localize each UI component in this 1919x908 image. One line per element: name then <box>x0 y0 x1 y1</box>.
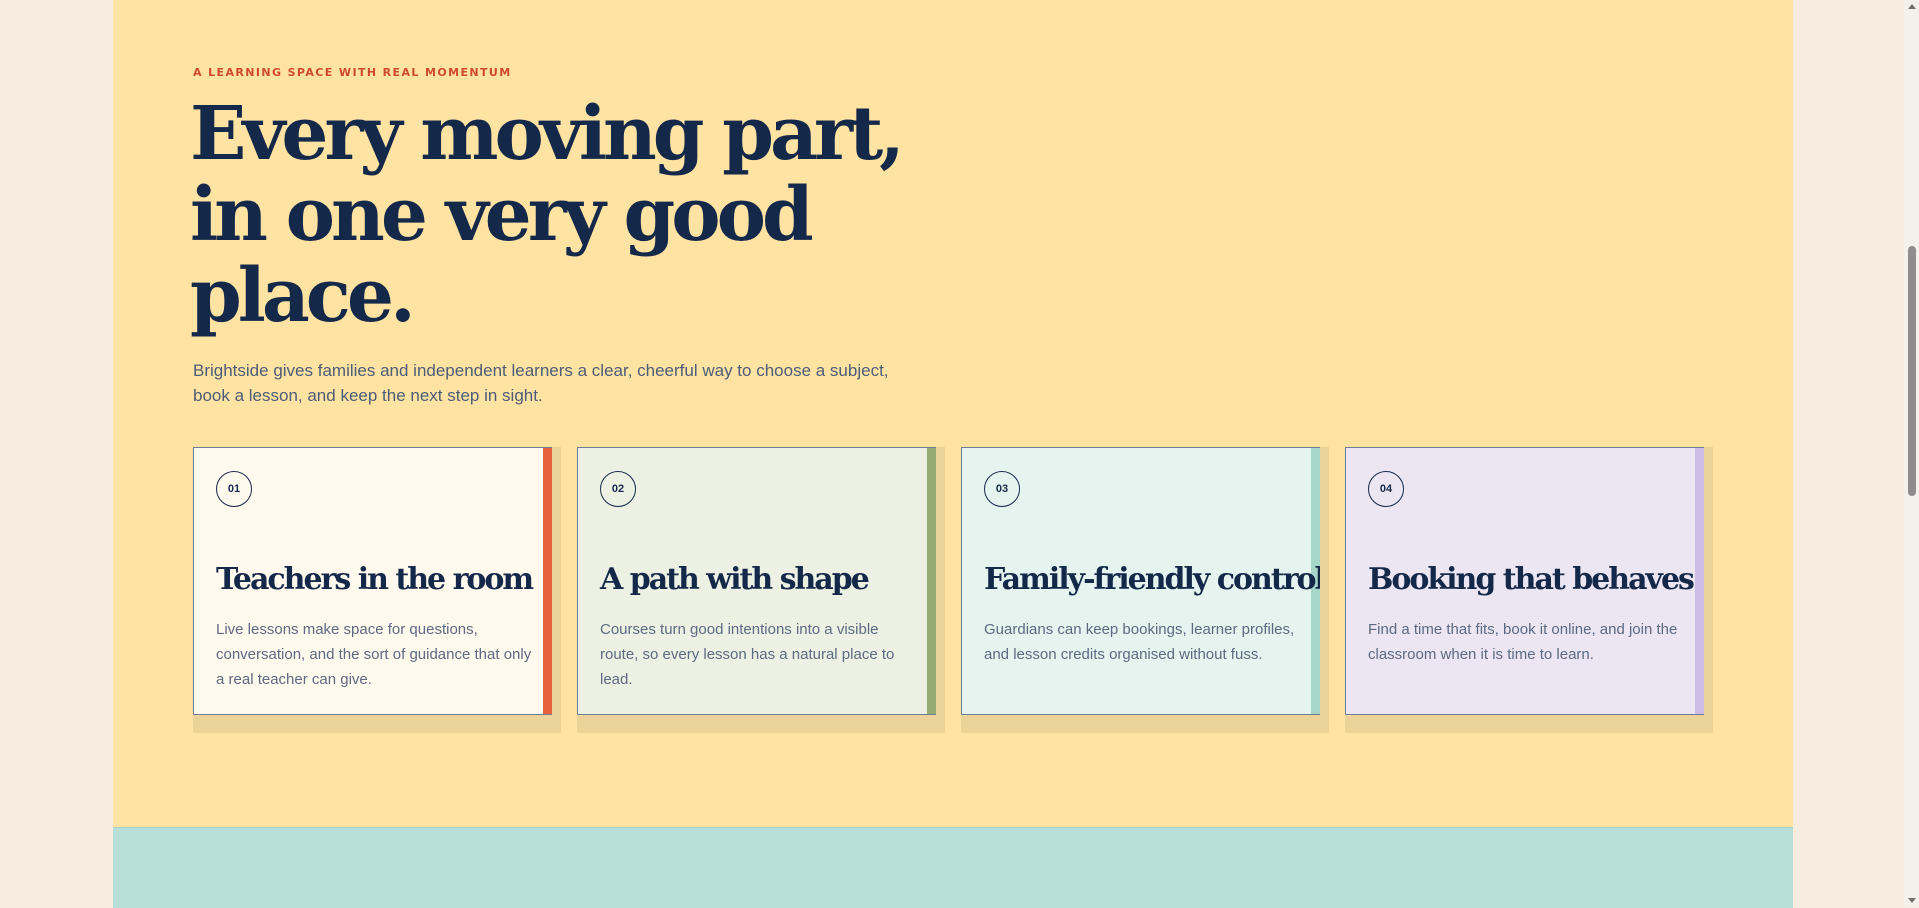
features-section: A LEARNING SPACE WITH REAL MOMENTUM Ever… <box>190 0 1713 827</box>
card-description: Live lessons make space for questions, c… <box>216 621 532 688</box>
feature-card-family: 03 Family-friendly control Guardians can… <box>961 447 1329 733</box>
feature-card-path: 02 A path with shape Courses turn good i… <box>577 447 945 733</box>
card-title: Teachers in the room <box>216 562 534 597</box>
card-number-badge: 01 <box>216 471 252 507</box>
scrollbar-thumb[interactable] <box>1908 246 1916 496</box>
section-lede: Brightside gives families and independen… <box>193 361 889 405</box>
next-section <box>113 827 1793 908</box>
card-description: Find a time that fits, book it online, a… <box>1368 621 1678 663</box>
scroll-down-arrow-icon[interactable] <box>1908 898 1916 903</box>
card-face: 03 Family-friendly control Guardians can… <box>961 447 1320 715</box>
scroll-up-arrow-icon[interactable] <box>1908 4 1916 9</box>
headline-line-2: in one very good <box>190 172 814 258</box>
feature-cards: 01 Teachers in the room Live lessons mak… <box>193 447 1713 733</box>
headline-line-3: place. <box>190 253 416 339</box>
card-title: Family-friendly control <box>984 562 1320 597</box>
card-face: 02 A path with shape Courses turn good i… <box>577 447 936 715</box>
feature-card-teachers: 01 Teachers in the room Live lessons mak… <box>193 447 561 733</box>
card-description: Courses turn good intentions into a visi… <box>600 621 895 688</box>
card-title: A path with shape <box>600 562 870 597</box>
page-frame: A LEARNING SPACE WITH REAL MOMENTUM Ever… <box>113 0 1793 908</box>
card-face: 01 Teachers in the room Live lessons mak… <box>193 447 552 715</box>
card-description: Guardians can keep bookings, learner pro… <box>984 621 1295 663</box>
card-title: Booking that behaves <box>1368 562 1695 597</box>
card-number-badge: 02 <box>600 471 636 507</box>
card-face: 04 Booking that behaves Find a time that… <box>1345 447 1704 715</box>
section-headline: Every moving part, in one very good place. <box>190 94 910 337</box>
section-eyebrow: A LEARNING SPACE WITH REAL MOMENTUM <box>193 66 512 79</box>
card-number-badge: 03 <box>984 471 1020 507</box>
card-number-badge: 04 <box>1368 471 1404 507</box>
headline-line-1: Every moving part, <box>190 91 905 177</box>
feature-card-booking: 04 Booking that behaves Find a time that… <box>1345 447 1713 733</box>
vertical-scrollbar[interactable] <box>1904 0 1919 907</box>
